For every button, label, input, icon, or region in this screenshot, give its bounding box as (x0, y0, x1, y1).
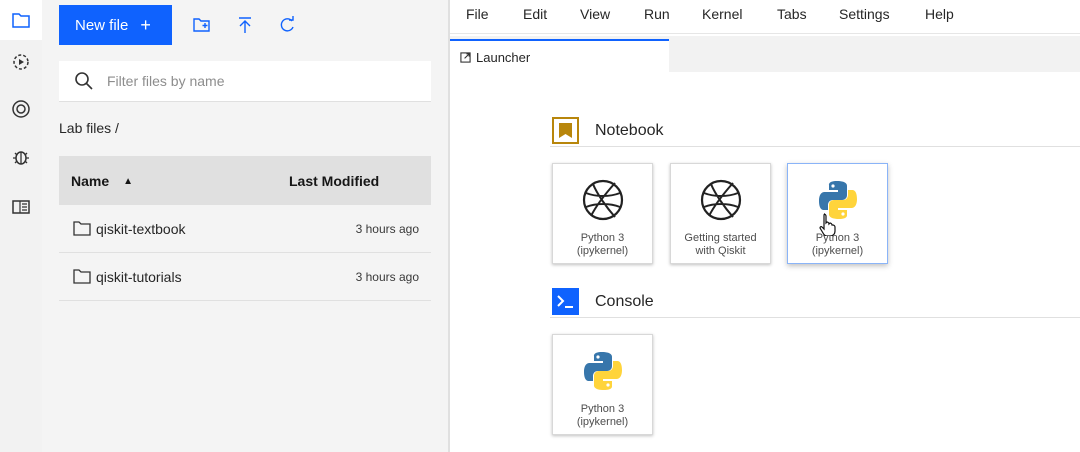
console-section-title: Console (552, 288, 654, 315)
debugger-icon (13, 151, 29, 165)
new-file-button[interactable]: New file + (59, 5, 172, 45)
console-label: Console (595, 292, 654, 310)
notebook-card-getting-started[interactable]: Getting started with Qiskit (670, 163, 771, 264)
python-icon (584, 352, 622, 390)
card-label: Python 3 (ipykernel) (576, 403, 629, 428)
tab-bar: Launcher (450, 36, 1080, 73)
file-name: qiskit-textbook (96, 221, 186, 237)
new-folder-button[interactable] (191, 14, 213, 36)
activity-bar (0, 0, 42, 452)
launcher-icon (460, 51, 471, 63)
menu-tabs[interactable]: Tabs (777, 6, 807, 22)
last-modified-column-header[interactable]: Last Modified (289, 173, 379, 189)
plus-icon: + (140, 15, 151, 35)
refresh-icon (280, 16, 294, 32)
tab-launcher[interactable]: Launcher (450, 39, 669, 73)
file-listing-header: Name ▲ Last Modified (59, 156, 431, 205)
card-label: Python 3 (ipykernel) (811, 232, 864, 257)
console-icon (552, 288, 579, 315)
menu-kernel[interactable]: Kernel (702, 6, 742, 22)
section-divider (550, 146, 1080, 147)
menu-file[interactable]: File (466, 6, 489, 22)
notebook-section-title: Notebook (552, 117, 664, 144)
notebook-label: Notebook (595, 121, 664, 139)
card-label: Python 3 (ipykernel) (576, 232, 629, 257)
refresh-button[interactable] (276, 14, 298, 36)
folder-icon (12, 13, 30, 28)
toc-icon (12, 200, 30, 214)
file-browser-tab[interactable] (0, 0, 42, 40)
sort-ascending-icon: ▲ (123, 175, 134, 187)
file-name: qiskit-tutorials (96, 269, 182, 285)
menu-run[interactable]: Run (644, 6, 670, 22)
filter-files-box (59, 61, 431, 102)
console-card-python3[interactable]: Python 3 (ipykernel) (552, 334, 653, 435)
menu-settings[interactable]: Settings (839, 6, 890, 22)
menu-view[interactable]: View (580, 6, 610, 22)
folder-icon (73, 221, 91, 236)
notebook-card-python3[interactable]: Python 3 (ipykernel) (552, 163, 653, 264)
running-sessions-tab[interactable] (0, 42, 42, 82)
breadcrumb[interactable]: Lab files / (59, 120, 119, 136)
notebook-card-python3-ipykernel[interactable]: Python 3 (ipykernel) (787, 163, 888, 264)
file-modified: 3 hours ago (355, 270, 419, 284)
file-row[interactable]: qiskit-textbook 3 hours ago (59, 205, 431, 253)
name-column-header[interactable]: Name ▲ (71, 173, 133, 189)
card-label: Getting started with Qiskit (684, 232, 757, 257)
running-icon (13, 54, 29, 70)
upload-icon (239, 17, 251, 33)
section-divider (550, 317, 1080, 318)
hand-cursor-icon (819, 213, 836, 236)
tab-label: Launcher (476, 49, 531, 65)
file-browser-panel: New file + Lab files / Name ▲ Last Modif… (42, 0, 448, 452)
name-column-label: Name (71, 173, 110, 189)
extension-icon (12, 100, 30, 118)
new-file-label: New file (75, 16, 129, 34)
extension-manager-tab[interactable] (0, 89, 42, 129)
menubar: File Edit View Run Kernel Tabs Settings … (450, 0, 1080, 34)
filter-files-input[interactable] (107, 73, 407, 89)
globe-icon (582, 179, 624, 221)
notebook-icon (552, 117, 579, 144)
file-modified: 3 hours ago (355, 222, 419, 236)
menu-help[interactable]: Help (925, 6, 954, 22)
debugger-tab[interactable] (0, 137, 42, 177)
upload-button[interactable] (234, 14, 256, 36)
new-folder-icon (193, 18, 210, 32)
menu-edit[interactable]: Edit (523, 6, 547, 22)
file-row[interactable]: qiskit-tutorials 3 hours ago (59, 253, 431, 301)
globe-icon (700, 179, 742, 221)
search-icon (75, 72, 93, 90)
folder-icon (73, 269, 91, 284)
table-of-contents-tab[interactable] (0, 187, 42, 227)
